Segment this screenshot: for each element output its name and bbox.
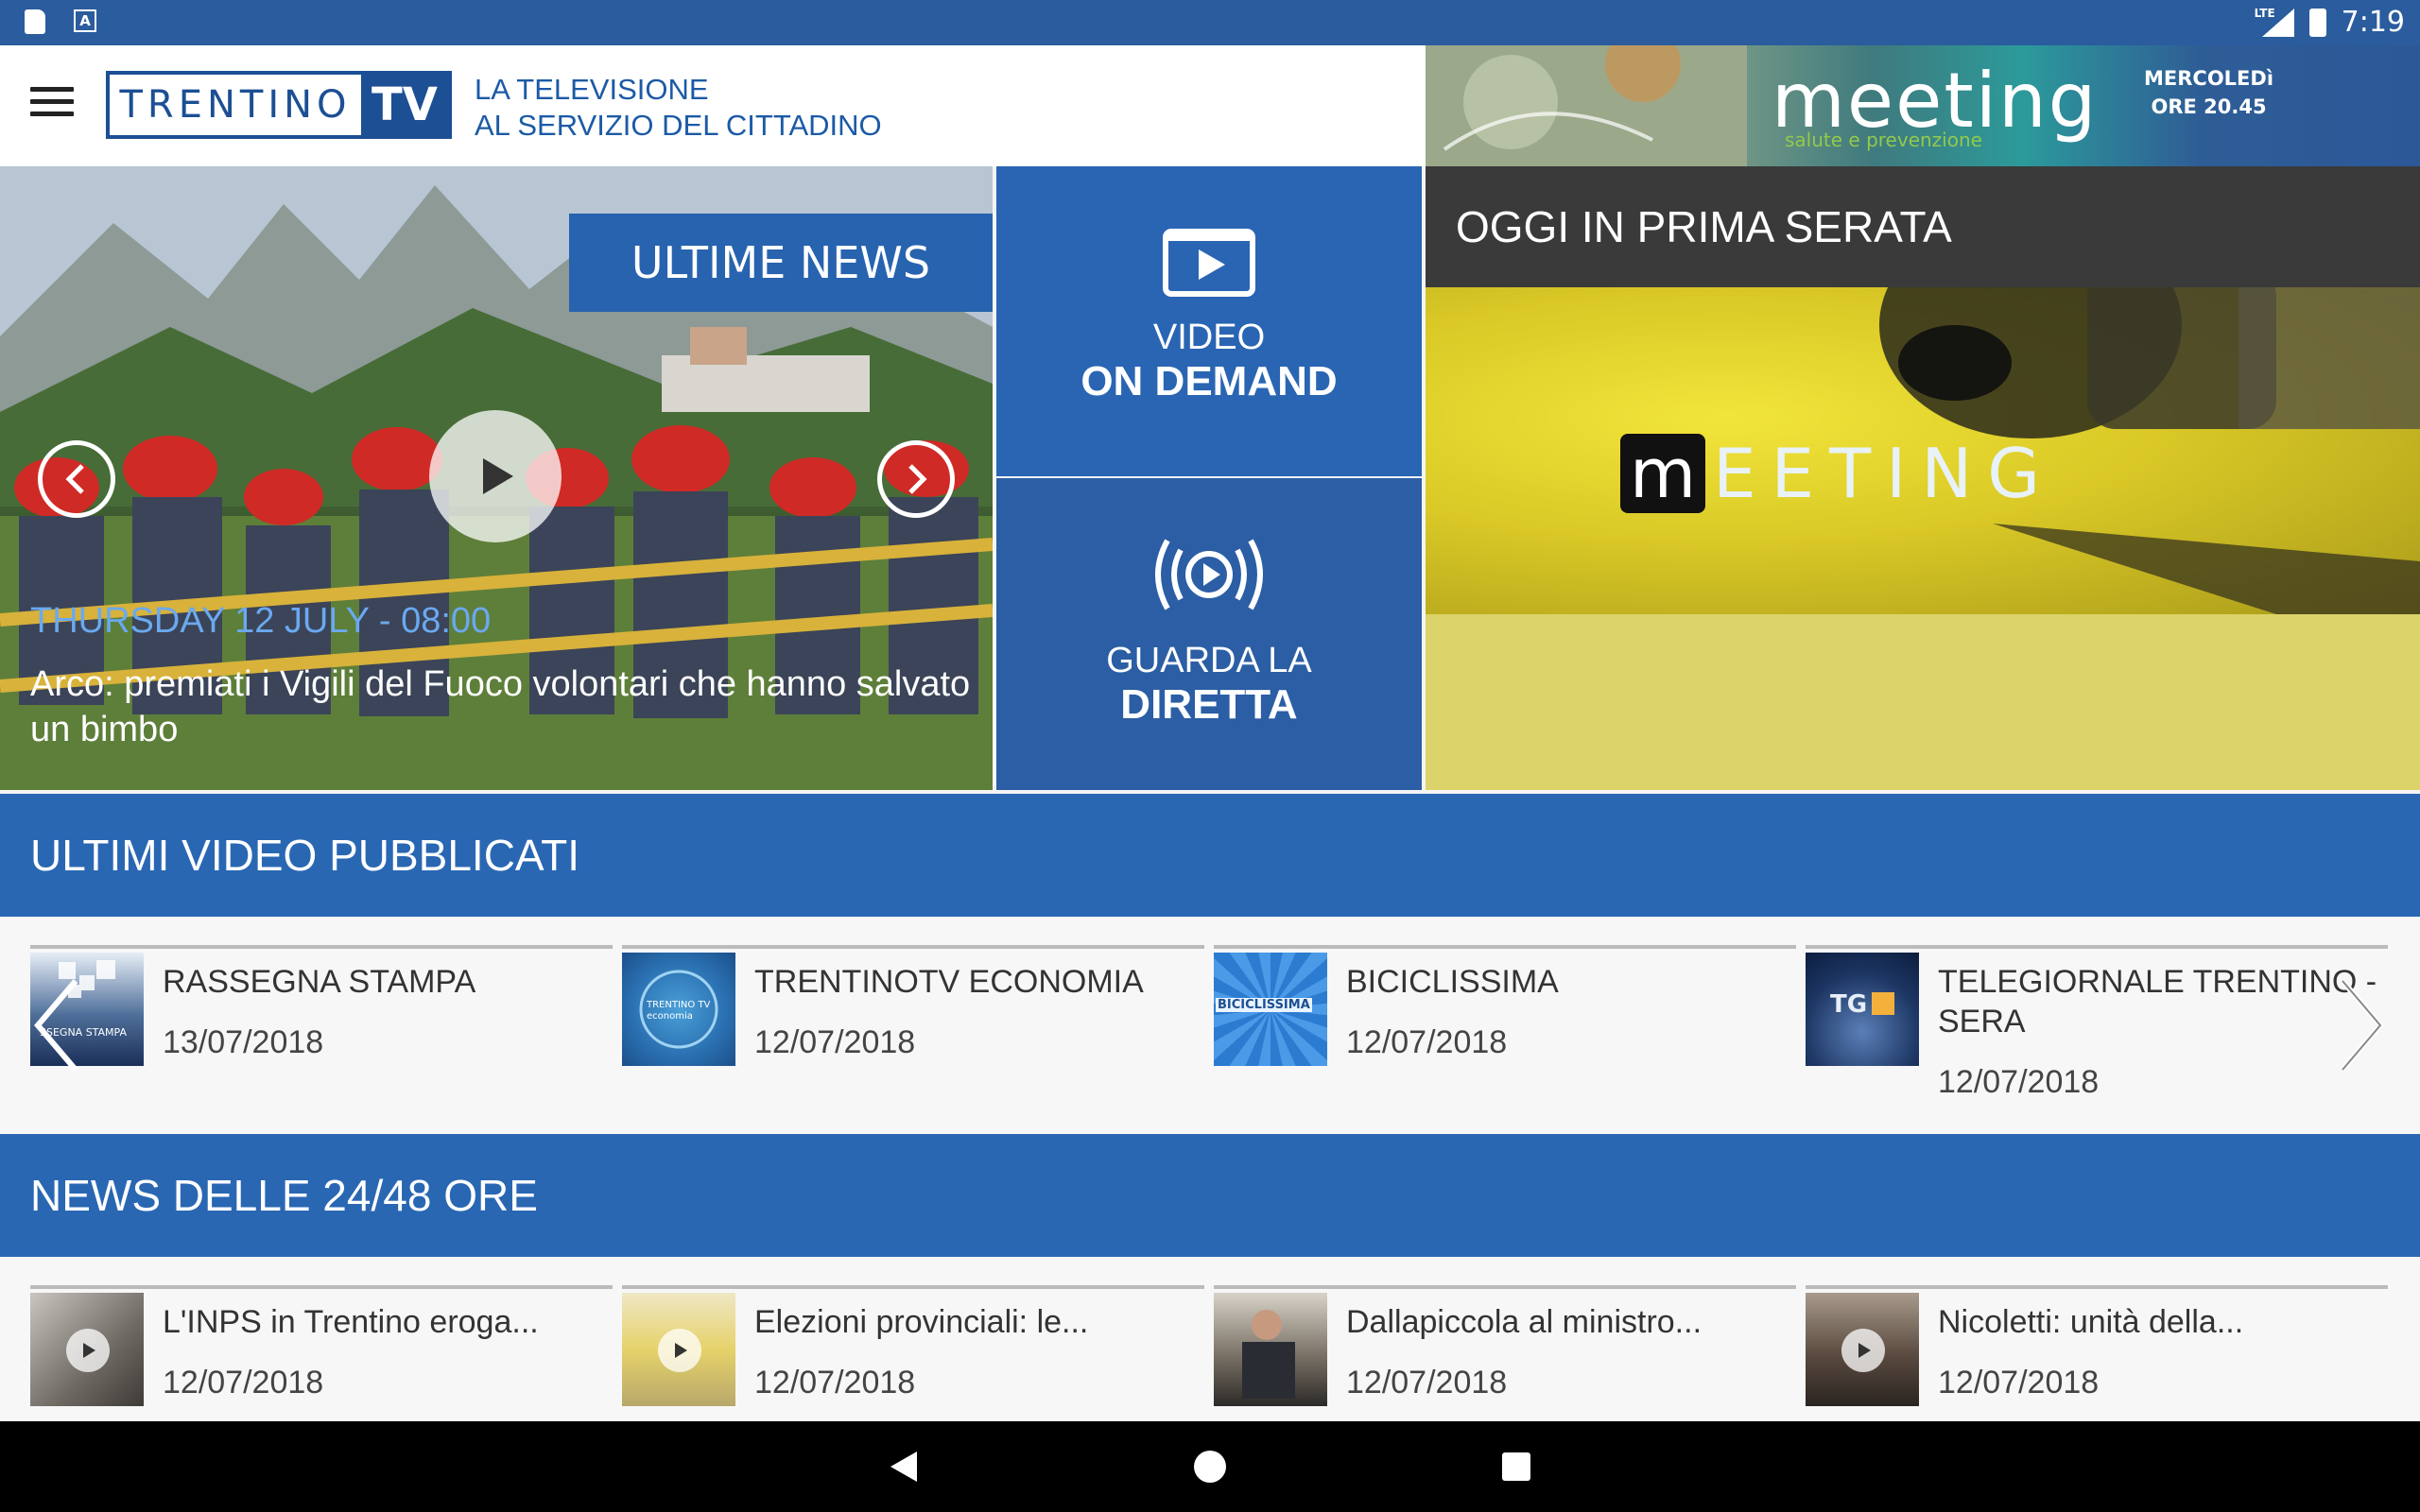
battery-charging-icon <box>2308 8 2326 37</box>
video-card[interactable]: TG TELEGIORNALE TRENTINO - SERA 12/07/20… <box>1806 945 2388 1115</box>
latest-videos-row: SSEGNA STAMPA RASSEGNA STAMPA 13/07/2018… <box>0 917 2420 1134</box>
news-card[interactable]: Dallapiccola al ministro... 12/07/2018 <box>1214 1285 1796 1421</box>
news-date: THURSDAY 12 JULY - 08:00 <box>30 601 492 641</box>
video-card[interactable]: BICICLISSIMA BICICLISSIMA 12/07/2018 <box>1214 945 1796 1115</box>
video-date: 12/07/2018 <box>754 1024 916 1060</box>
recent-news-heading: NEWS DELLE 24/48 ORE <box>0 1134 2420 1257</box>
video-card[interactable]: SSEGNA STAMPA RASSEGNA STAMPA 13/07/2018 <box>30 945 613 1115</box>
news-date: 12/07/2018 <box>1346 1365 1508 1400</box>
banner-subtitle: salute e prevenzione <box>1785 129 1982 151</box>
network-type: LTE <box>2254 6 2275 20</box>
live-label-2: DIRETTA <box>1120 681 1298 728</box>
tagline-line2: AL SERVIZIO DEL CITTADINO <box>475 109 882 142</box>
latest-news-label[interactable]: ULTIME NEWS <box>569 214 993 312</box>
status-bar: A LTE 7:19 <box>0 0 2420 45</box>
video-title: TELEGIORNALE TRENTINO - SERA <box>1938 964 2377 1040</box>
play-button[interactable] <box>429 410 562 542</box>
news-date: 12/07/2018 <box>163 1365 324 1400</box>
play-icon <box>66 1329 110 1372</box>
video-on-demand-tile[interactable]: VIDEO ON DEMAND <box>996 166 1422 476</box>
chevron-left-icon <box>34 979 78 1072</box>
news-title[interactable]: Arco: premiati i Vigili del Fuoco volont… <box>30 662 976 752</box>
thumbnail-caption: TRENTINO TV economia <box>647 1000 711 1022</box>
home-icon[interactable] <box>1191 1448 1229 1486</box>
news-thumbnail <box>1806 1293 1919 1406</box>
news-date: 12/07/2018 <box>754 1365 916 1400</box>
app-header: TRENTINO TV LA TELEVISIONE AL SERVIZIO D… <box>0 45 1426 166</box>
vod-label-1: VIDEO <box>1152 318 1266 357</box>
news-card[interactable]: Elezioni provinciali: le... 12/07/2018 <box>622 1285 1204 1421</box>
tagline-line1: LA TELEVISIONE <box>475 73 709 106</box>
play-icon <box>483 458 513 494</box>
trentino-tv-logo[interactable]: TRENTINO TV <box>106 71 452 139</box>
chevron-right-icon <box>908 464 927 494</box>
carousel-prev-button[interactable] <box>38 440 115 518</box>
live-label-1: GUARDA LA <box>1106 641 1312 680</box>
banner-schedule: MERCOLEDì ORE 20.45 <box>2144 64 2273 121</box>
video-date: 12/07/2018 <box>1938 1064 2100 1100</box>
meeting-logo-m: m <box>1620 434 1706 513</box>
play-icon <box>658 1329 701 1372</box>
prime-time-panel[interactable]: OGGI IN PRIMA SERATA m EETING <box>1426 166 2420 790</box>
videos-next-button[interactable] <box>2333 973 2390 1077</box>
video-thumbnail: BICICLISSIMA <box>1214 953 1327 1066</box>
prime-time-heading: OGGI IN PRIMA SERATA <box>1426 166 2420 287</box>
tagline: LA TELEVISIONE AL SERVIZIO DEL CITTADINO <box>475 72 882 144</box>
vod-label-2: ON DEMAND <box>1080 358 1338 404</box>
play-icon <box>1841 1329 1885 1372</box>
news-title: Dallapiccola al ministro... <box>1346 1304 1703 1340</box>
clock: 7:19 <box>2341 6 2405 39</box>
news-title: Nicoletti: unità della... <box>1938 1304 2244 1340</box>
recent-news-row: L'INPS in Trentino eroga... 12/07/2018 E… <box>0 1257 2420 1421</box>
news-thumbnail <box>622 1293 735 1406</box>
carousel-next-button[interactable] <box>877 440 955 518</box>
meeting-logo-text: EETING <box>1713 434 2055 513</box>
video-title: TRENTINOTV ECONOMIA <box>754 964 1144 1000</box>
banner-day: MERCOLEDì <box>2144 67 2274 90</box>
sd-card-icon <box>25 9 45 34</box>
videos-prev-button[interactable] <box>28 973 85 1077</box>
chevron-right-icon <box>2340 979 2384 1072</box>
video-title: BICICLISSIMA <box>1346 964 1559 1000</box>
live-broadcast-icon <box>1155 539 1263 610</box>
system-navigation-bar <box>0 1421 2420 1512</box>
news-title: Elezioni provinciali: le... <box>754 1304 1089 1340</box>
meeting-logo: m EETING <box>1620 434 2055 513</box>
accessibility-notification-icon: A <box>74 9 96 32</box>
thumbnail-caption: BICICLISSIMA <box>1216 998 1312 1012</box>
video-play-icon <box>1163 229 1255 297</box>
latest-videos-heading: ULTIMI VIDEO PUBBLICATI <box>0 794 2420 917</box>
prime-time-image[interactable]: m EETING <box>1426 287 2420 614</box>
meeting-banner-ad[interactable]: meeting salute e prevenzione MERCOLEDì O… <box>1426 45 2420 166</box>
news-title: L'INPS in Trentino eroga... <box>163 1304 539 1340</box>
news-carousel[interactable]: ULTIME NEWS THURSDAY 12 JULY - 08:00 Arc… <box>0 166 993 790</box>
news-thumbnail <box>1214 1293 1327 1406</box>
recents-icon[interactable] <box>1497 1448 1535 1486</box>
banner-time: ORE 20.45 <box>2151 95 2267 118</box>
news-card[interactable]: L'INPS in Trentino eroga... 12/07/2018 <box>30 1285 613 1421</box>
video-thumbnail: TG <box>1806 953 1919 1066</box>
chevron-left-icon <box>65 464 84 494</box>
hamburger-menu-icon[interactable] <box>30 87 74 125</box>
video-date: 12/07/2018 <box>1346 1024 1508 1060</box>
video-card[interactable]: TRENTINO TV economia TRENTINOTV ECONOMIA… <box>622 945 1204 1115</box>
signal-icon: LTE <box>2255 7 2294 37</box>
logo-text: TRENTINO <box>119 83 352 127</box>
news-thumbnail <box>30 1293 144 1406</box>
news-card[interactable]: Nicoletti: unità della... 12/07/2018 <box>1806 1285 2388 1421</box>
back-icon[interactable] <box>885 1448 923 1486</box>
video-title: RASSEGNA STAMPA <box>163 964 476 1000</box>
video-thumbnail: TRENTINO TV economia <box>622 953 735 1066</box>
news-date: 12/07/2018 <box>1938 1365 2100 1400</box>
live-stream-tile[interactable]: GUARDA LA DIRETTA <box>996 478 1422 790</box>
logo-tv: TV <box>361 75 448 135</box>
thumbnail-caption: TG <box>1830 990 1868 1019</box>
video-date: 13/07/2018 <box>163 1024 324 1060</box>
